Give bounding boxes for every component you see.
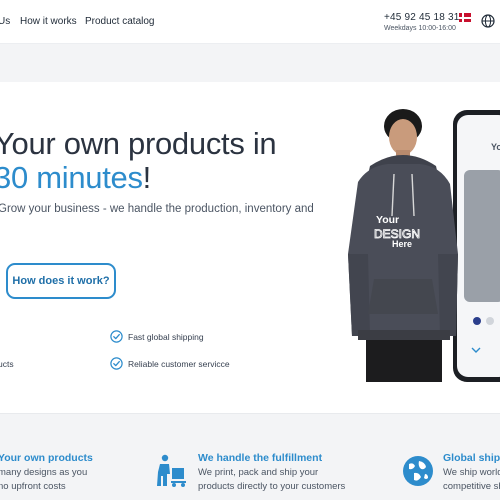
hero-title-minutes: minutes bbox=[27, 160, 143, 195]
globe-shipping-icon bbox=[403, 456, 433, 486]
feature-fast-global-shipping: Fast global shipping bbox=[128, 332, 204, 342]
globe-icon[interactable] bbox=[481, 14, 495, 28]
check-circle-icon bbox=[110, 330, 123, 343]
feature-text-fulfillment-line2: products directly to your customers bbox=[198, 481, 346, 492]
check-circle-icon bbox=[110, 357, 123, 370]
phone-screen-text: Yo bbox=[491, 142, 500, 152]
hoodie-print-your: Your bbox=[376, 214, 399, 226]
hero-subtitle: Grow your business - we handle the produ… bbox=[0, 203, 314, 215]
hoodie-print-here: Here bbox=[392, 239, 412, 249]
opening-hours: Weekdays 10:00-16:00 bbox=[384, 25, 456, 32]
hero-title-exclamation: ! bbox=[142, 160, 152, 195]
hoodie-model-image: Yo Your DESIGN Here bbox=[348, 109, 500, 382]
feature-reliable-customer-service: Reliable customer servicce bbox=[128, 359, 230, 369]
feature-text-own-products-line2: no upfront costs bbox=[0, 481, 66, 492]
nav-link-product-catalog[interactable]: Product catalog bbox=[85, 16, 155, 27]
feature-text-fulfillment-line1: We print, pack and ship your bbox=[198, 467, 319, 478]
feature-text-own-products-line1: many designs as you bbox=[0, 467, 88, 478]
feature-title-fulfillment: We handle the fulfillment bbox=[198, 452, 323, 464]
danish-flag-icon[interactable] bbox=[459, 13, 471, 22]
nav-link-us[interactable]: Us bbox=[0, 16, 10, 27]
hero-title-number: 30 bbox=[0, 160, 28, 195]
nav-link-how-it-works[interactable]: How it works bbox=[20, 16, 77, 27]
top-navigation-bar: Us How it works Product catalog +45 92 4… bbox=[0, 0, 500, 44]
delivery-person-icon bbox=[157, 454, 186, 487]
phone-number[interactable]: +45 92 45 18 31 bbox=[384, 12, 460, 23]
feature-text-global-shipping-line2: competitive sh bbox=[443, 481, 500, 492]
feature-title-own-products: Your own products bbox=[0, 452, 93, 464]
feature-title-global-shipping: Global shipp bbox=[443, 452, 500, 464]
hero-title-line1: Your own products in bbox=[0, 126, 277, 161]
feature-text-global-shipping-line1: We ship worldw bbox=[443, 467, 500, 478]
how-does-it-work-button[interactable]: How does it work? bbox=[6, 263, 116, 299]
feature-own-products: ucts bbox=[0, 359, 14, 369]
hero-title-line2: 30 minutes! bbox=[0, 160, 151, 196]
